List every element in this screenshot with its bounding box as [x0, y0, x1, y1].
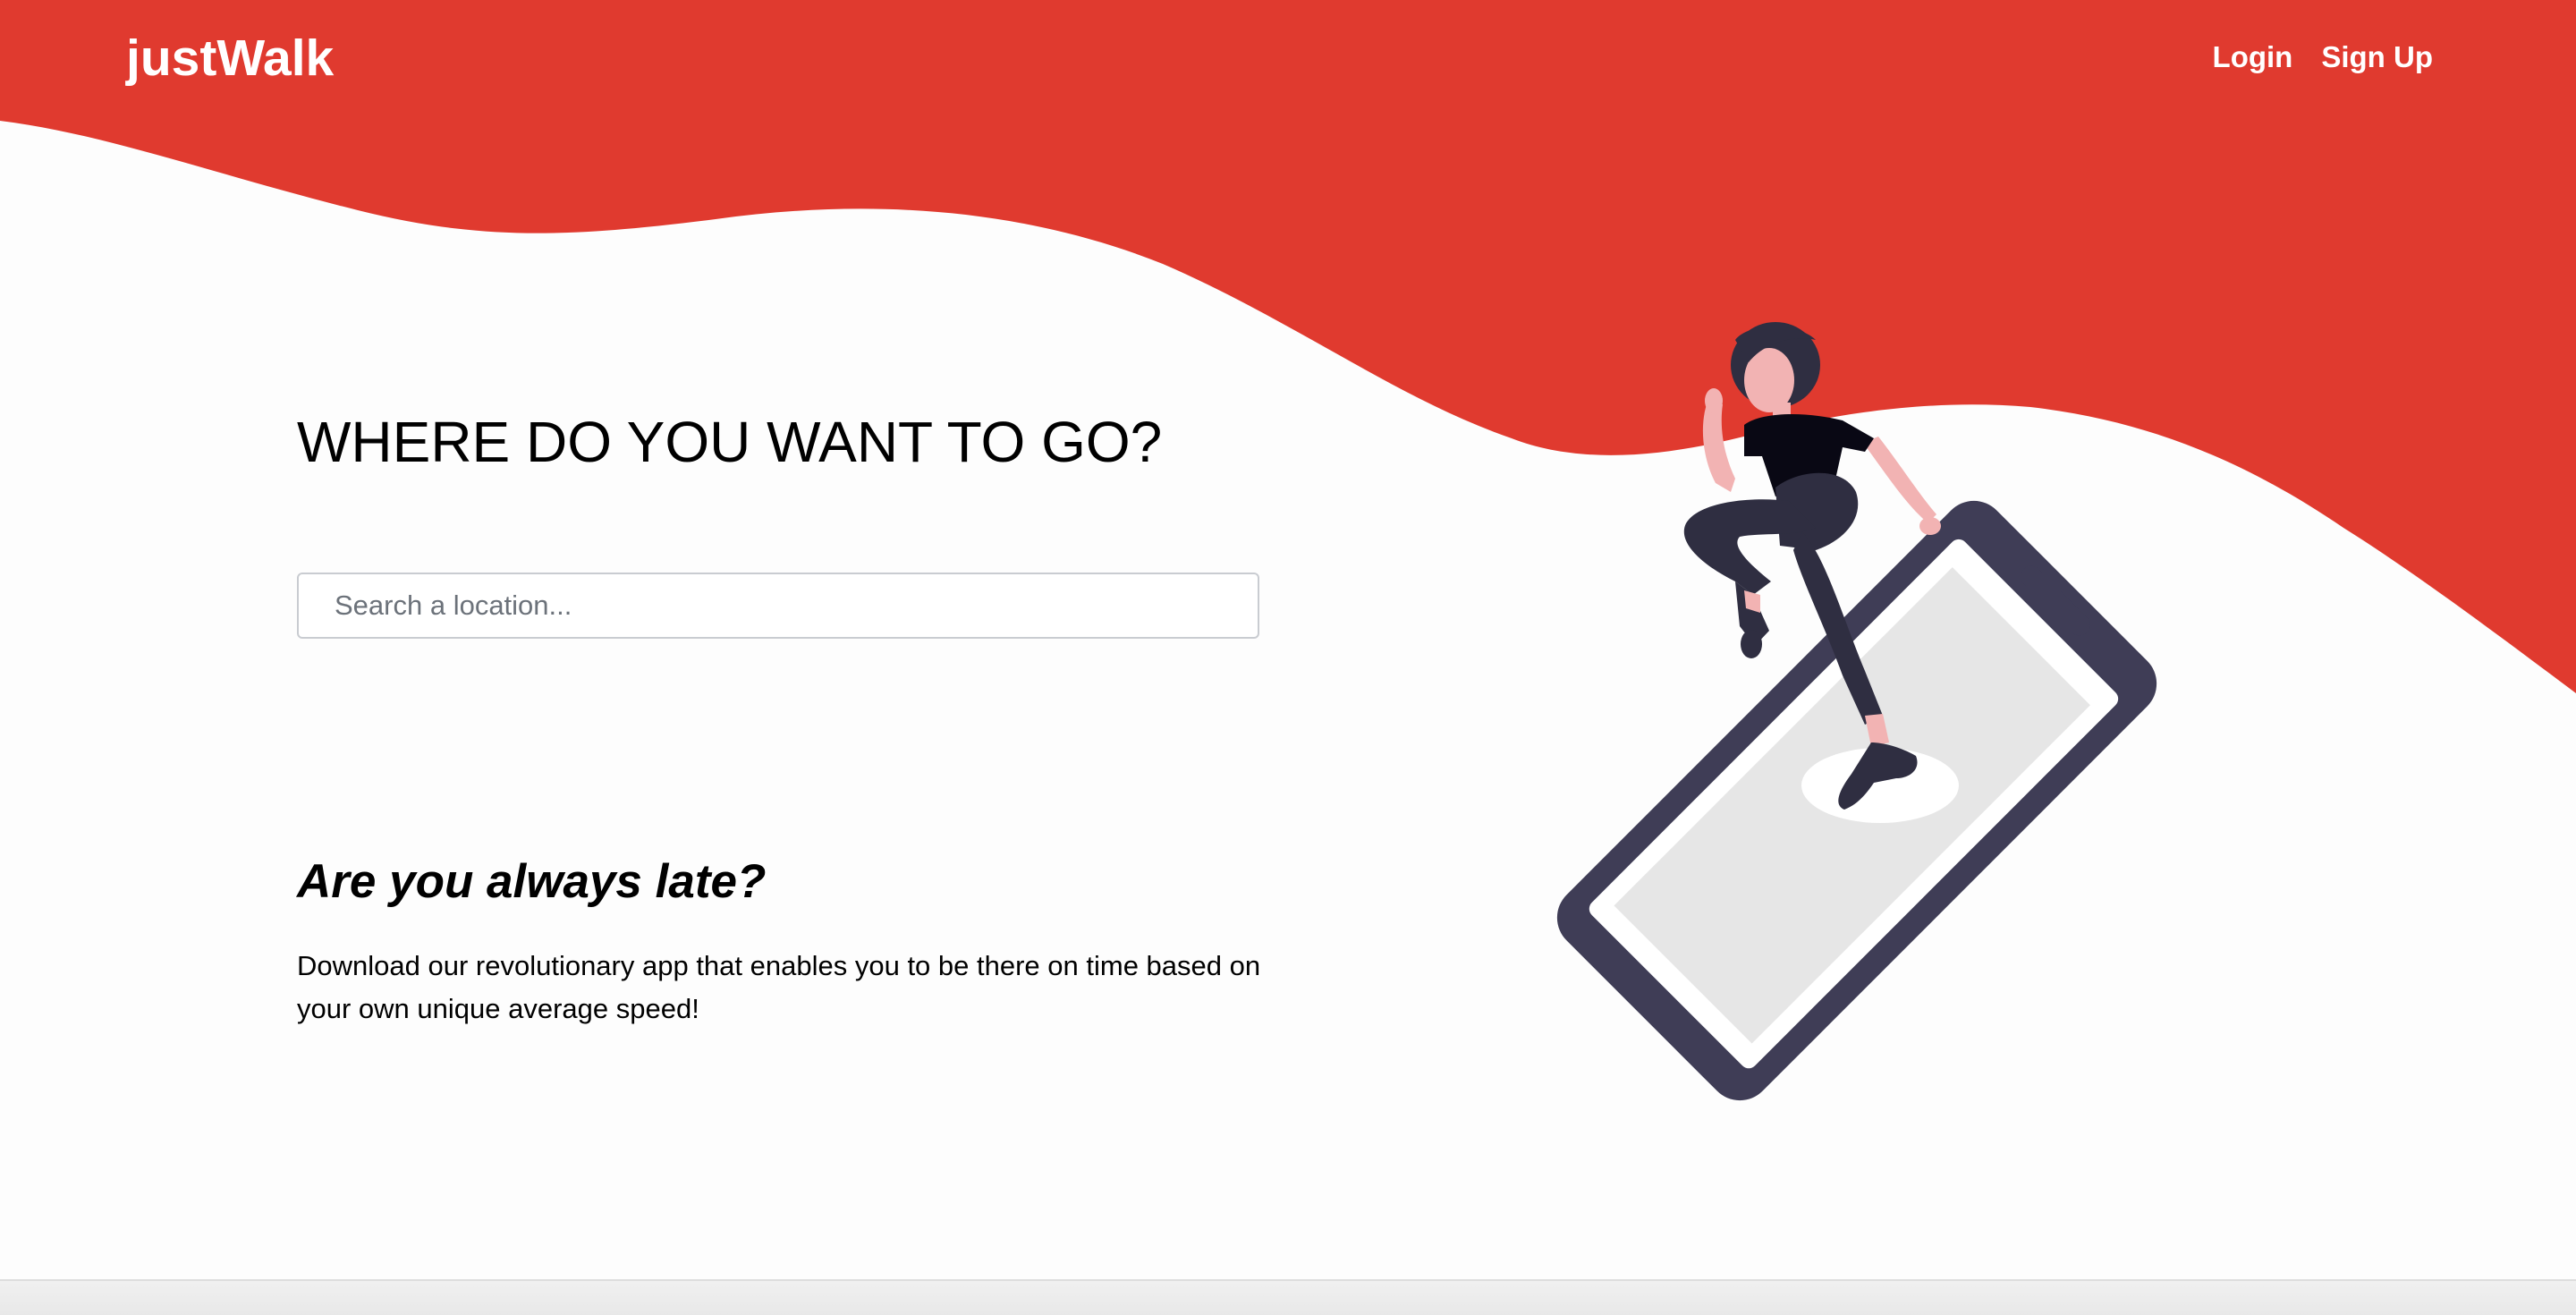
- location-search-input[interactable]: [297, 573, 1259, 639]
- top-nav: Login Sign Up: [2213, 38, 2433, 77]
- promo-title: Are you always late?: [297, 855, 767, 908]
- brand-logo[interactable]: justWalk: [126, 25, 334, 91]
- login-link[interactable]: Login: [2213, 38, 2293, 77]
- promo-description: Download our revolutionary app that enab…: [297, 950, 1261, 1024]
- landing-page: justWalk Login Sign Up WHERE DO YOU WANT…: [0, 0, 2576, 1315]
- signup-link[interactable]: Sign Up: [2321, 38, 2433, 77]
- bottom-edge: [0, 1279, 2576, 1315]
- woman-walking-on-phone-illustration: [1556, 322, 2157, 1101]
- hero-title: WHERE DO YOU WANT TO GO?: [297, 410, 1163, 474]
